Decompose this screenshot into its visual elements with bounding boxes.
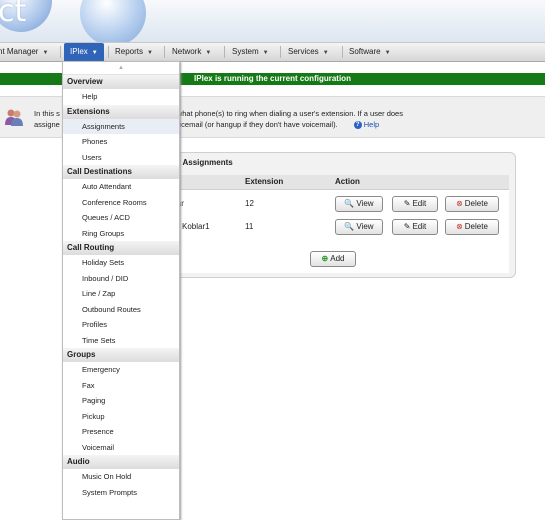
nav-software[interactable]: Software ▼ [349,43,391,61]
view-button[interactable]: 🔍 View [335,196,383,212]
logo-text: ct [0,0,27,29]
menu-item-system-prompts[interactable]: System Prompts [63,485,179,501]
menu-item-outbound-routes[interactable]: Outbound Routes [63,302,179,318]
nav-network[interactable]: Network ▼ [172,43,211,61]
table-header: Extension Action [147,175,509,190]
table-row: lar 12 🔍View ✎Edit ⊗Delete [147,193,509,215]
chevron-down-icon: ▼ [384,50,391,56]
help-label: Help [363,120,380,129]
menu-group-groups: Groups [63,348,179,362]
menu-item-fax[interactable]: Fax [63,378,179,394]
nav-label: Services [288,47,319,56]
menu-item-conference-rooms[interactable]: Conference Rooms [63,195,179,211]
delete-label: Delete [464,199,488,208]
assignments-table: Extension Action lar 12 🔍View ✎Edit ⊗Del… [147,175,509,273]
menu-group-call-routing: Call Routing [63,241,179,255]
panel-title: nt Assignments [173,158,233,167]
menu-item-ring-groups[interactable]: Ring Groups [63,226,179,242]
menu-item-queues-acd[interactable]: Queues / ACD [63,210,179,226]
header-banner: ct [0,0,545,42]
scroll-up-icon[interactable]: ▲ [63,62,179,75]
chevron-down-icon: ▼ [91,50,98,56]
menu-group-call-destinations: Call Destinations [63,165,179,179]
delete-icon: ⊗ [456,222,463,231]
help-icon: ? [353,121,362,130]
chevron-down-icon: ▼ [42,50,49,56]
row-name: Koblar1 [182,222,210,231]
delete-button[interactable]: ⊗ Delete [445,196,499,212]
menu-item-music-on-hold[interactable]: Music On Hold [63,469,179,485]
menu-item-presence[interactable]: Presence [63,424,179,440]
nav-separator [342,46,343,58]
menu-item-paging[interactable]: Paging [63,393,179,409]
menu-item-auto-attendant[interactable]: Auto Attendant [63,179,179,195]
nav-separator [224,46,225,58]
menu-group-extensions: Extensions [63,104,179,119]
menu-group-overview: Overview [63,75,179,89]
chevron-down-icon: ▼ [205,50,212,56]
menu-item-pickup[interactable]: Pickup [63,409,179,425]
delete-label: Delete [464,222,488,231]
edit-button[interactable]: ✎ Edit [392,219,438,235]
menu-item-time-sets[interactable]: Time Sets [63,333,179,349]
chevron-down-icon: ▼ [147,50,153,56]
nav-iplex[interactable]: IPlex ▼ [64,43,104,61]
nav-services[interactable]: Services ▼ [288,43,329,61]
edit-button[interactable]: ✎ Edit [392,196,438,212]
delete-icon: ⊗ [456,199,463,208]
logo-orb-right [80,0,146,42]
nav-label: nt Manager [0,47,39,56]
row-extension: 12 [245,199,254,208]
main-nav-bar: nt Manager ▼ IPlex ▼ Reports ▼ Network ▼ Sys… [0,42,545,62]
users-icon [5,109,23,126]
iplex-dropdown-menu: ▲ Overview Help Extensions Assignments P… [62,61,180,520]
edit-label: Edit [412,199,427,208]
menu-item-assignments[interactable]: Assignments [63,118,179,134]
nav-label: System [232,47,259,56]
table-row: Koblar1 11 🔍 View ✎ Edit ⊗ Delete [147,216,509,238]
menu-item-emergency[interactable]: Emergency [63,362,179,378]
magnifier-icon: 🔍 [344,199,355,208]
nav-label: Network [172,47,202,56]
view-button[interactable]: 🔍 View [335,219,383,235]
help-link[interactable]: ? Help [353,120,380,130]
nav-separator [280,46,281,58]
view-label: View [356,199,374,208]
add-label: Add [330,254,345,263]
delete-button[interactable]: ⊗ Delete [445,219,499,235]
nav-separator [60,46,61,58]
menu-item-line-zap[interactable]: Line / Zap [63,286,179,302]
pencil-icon: ✎ [403,222,411,231]
menu-item-holiday-sets[interactable]: Holiday Sets [63,255,179,271]
menu-item-phones[interactable]: Phones [63,134,179,150]
chevron-down-icon: ▼ [322,50,329,56]
pencil-icon: ✎ [403,199,411,208]
chevron-down-icon: ▼ [262,50,269,56]
menu-item-profiles[interactable]: Profiles [63,317,179,333]
column-header-action: Action [335,177,360,186]
nav-separator [108,46,109,58]
edit-label: Edit [412,222,427,231]
assignments-panel: nt Assignments Extension Action lar 12 🔍… [140,152,516,278]
nav-reports[interactable]: Reports ▼ [115,43,153,61]
menu-item-inbound-did[interactable]: Inbound / DID [63,271,179,287]
nav-label: Software [349,47,381,56]
nav-account-manager[interactable]: nt Manager ▼ [0,43,48,61]
column-header-extension: Extension [245,177,284,186]
menu-item-voicemail[interactable]: Voicemail [63,440,179,456]
menu-item-users[interactable]: Users [63,150,179,166]
nav-label: Reports [115,47,144,56]
magnifier-icon: 🔍 [344,222,355,231]
nav-separator [164,46,165,58]
menu-item-help[interactable]: Help [63,89,179,105]
plus-icon: ⊕ [321,254,329,263]
menu-group-audio: Audio [63,455,179,469]
view-label: View [356,222,374,231]
nav-label: IPlex [70,47,88,56]
nav-system[interactable]: System ▼ [232,43,269,61]
row-extension: 11 [245,222,254,231]
add-button[interactable]: ⊕ Add [310,251,356,267]
